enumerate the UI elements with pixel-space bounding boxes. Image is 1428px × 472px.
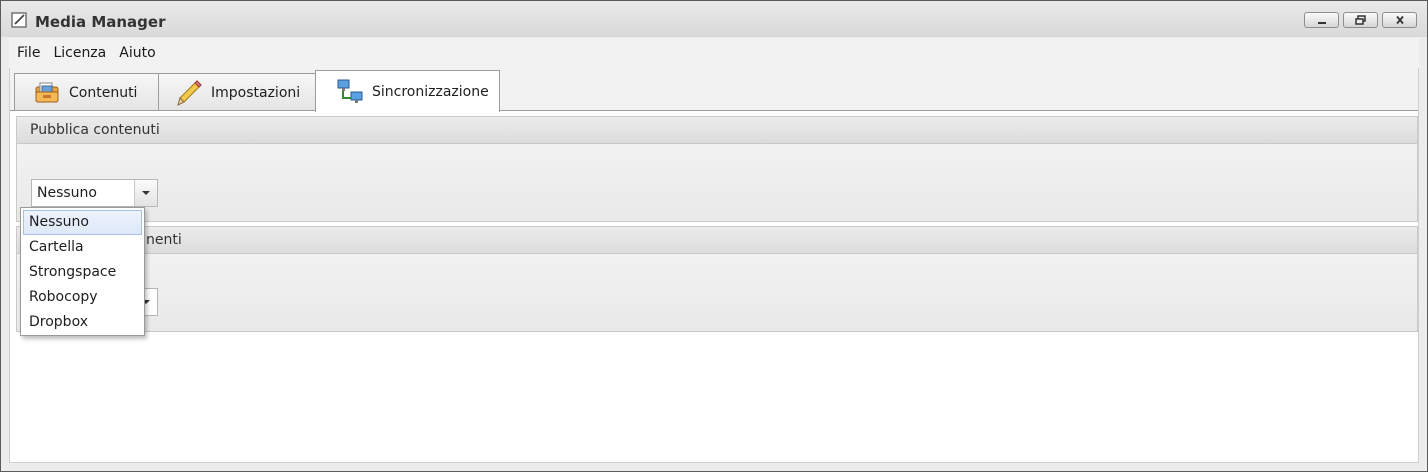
group-header-second: nenti (17, 227, 1417, 254)
network-sync-icon (337, 79, 363, 103)
tab-panel-sincronizzazione: Pubblica contenuti Nessuno nenti (10, 110, 1418, 462)
pencil-icon (177, 79, 202, 106)
option-dropbox[interactable]: Dropbox (23, 310, 142, 335)
caret-down-icon (142, 190, 150, 195)
menu-bar: File Licenza Aiuto (9, 38, 1419, 68)
group-pubblica-contenuti: Pubblica contenuti Nessuno (16, 116, 1418, 222)
option-nessuno[interactable]: Nessuno (23, 210, 142, 235)
group-header-pubblica: Pubblica contenuti (17, 117, 1417, 144)
folder-contents-icon (35, 82, 59, 102)
tab-contenuti-label: Contenuti (69, 84, 138, 101)
combo-selected-value: Nessuno (37, 185, 97, 201)
close-icon (1395, 15, 1404, 25)
publish-method-combo[interactable]: Nessuno (31, 179, 158, 207)
tab-impostazioni[interactable]: Impostazioni (158, 73, 316, 111)
close-button[interactable] (1382, 12, 1417, 28)
title-bar[interactable]: Media Manager (1, 1, 1427, 37)
group-second: nenti (16, 226, 1418, 332)
menu-licenza[interactable]: Licenza (53, 45, 106, 61)
option-strongspace[interactable]: Strongspace (23, 260, 142, 285)
combo-dropdown-button[interactable] (134, 180, 157, 206)
minimize-button[interactable] (1304, 12, 1339, 28)
restore-button[interactable] (1343, 12, 1378, 28)
app-notepad-icon (11, 12, 27, 28)
publish-method-dropdown-list: Nessuno Cartella Strongspace Robocopy Dr… (20, 207, 145, 336)
option-robocopy[interactable]: Robocopy (23, 285, 142, 310)
main-window: Media Manager File Licenza Aiuto Contenu… (0, 0, 1428, 472)
window-title: Media Manager (35, 13, 166, 31)
tab-contenuti[interactable]: Contenuti (14, 73, 159, 111)
tab-sincronizzazione[interactable]: Sincronizzazione (315, 70, 500, 112)
menu-aiuto[interactable]: Aiuto (119, 45, 155, 61)
minimize-icon (1317, 22, 1326, 24)
content-area: Contenuti Impostazioni Sincronizzazione (9, 68, 1419, 463)
menu-file[interactable]: File (17, 45, 40, 61)
option-cartella[interactable]: Cartella (23, 235, 142, 260)
tab-impostazioni-label: Impostazioni (211, 84, 301, 101)
restore-icon (1354, 14, 1366, 25)
tab-sincronizzazione-label: Sincronizzazione (372, 83, 489, 100)
